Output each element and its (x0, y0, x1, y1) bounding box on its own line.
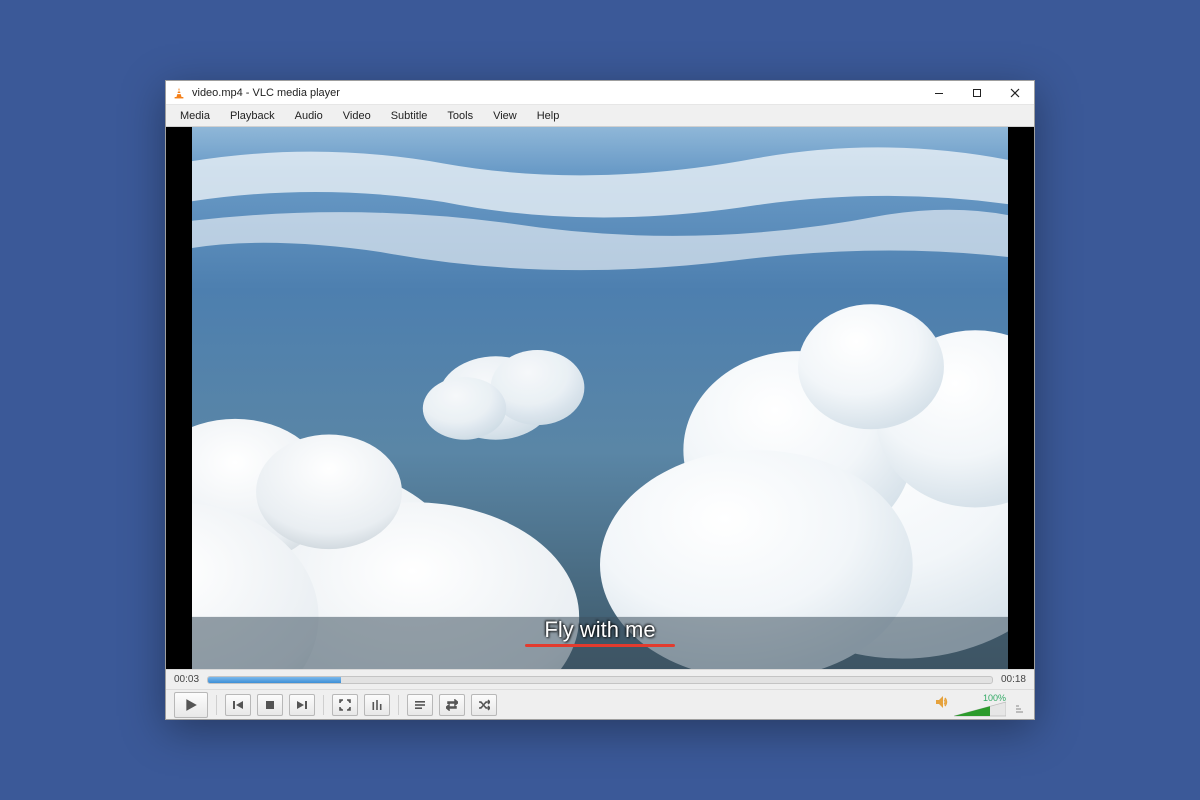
fullscreen-icon (339, 699, 351, 711)
subtitle-underline (525, 644, 675, 647)
window-title: video.mp4 - VLC media player (192, 87, 340, 99)
loop-button[interactable] (439, 694, 465, 716)
play-icon (184, 698, 198, 712)
menubar: Media Playback Audio Video Subtitle Tool… (166, 105, 1034, 127)
time-elapsed[interactable]: 00:03 (174, 674, 199, 685)
stop-icon (264, 699, 276, 711)
menu-view[interactable]: View (483, 108, 527, 124)
titlebar[interactable]: video.mp4 - VLC media player (166, 81, 1034, 105)
playlist-icon (414, 699, 426, 711)
seek-slider[interactable] (207, 676, 993, 684)
controls-bar: 100% (166, 689, 1034, 719)
next-button[interactable] (289, 694, 315, 716)
playlist-button[interactable] (407, 694, 433, 716)
shuffle-button[interactable] (471, 694, 497, 716)
close-button[interactable] (996, 82, 1034, 104)
fullscreen-button[interactable] (332, 694, 358, 716)
seek-bar-row: 00:03 00:18 (166, 669, 1034, 689)
volume-slider[interactable] (954, 701, 1006, 717)
stop-button[interactable] (257, 694, 283, 716)
menu-help[interactable]: Help (527, 108, 570, 124)
previous-button[interactable] (225, 694, 251, 716)
vlc-cone-icon (172, 86, 186, 100)
play-button[interactable] (174, 692, 208, 718)
volume-control[interactable]: 100% (934, 693, 1006, 717)
minimize-button[interactable] (920, 82, 958, 104)
menu-subtitle[interactable]: Subtitle (381, 108, 438, 124)
vlc-window: video.mp4 - VLC media player Media Playb… (165, 80, 1035, 720)
menu-playback[interactable]: Playback (220, 108, 285, 124)
menu-audio[interactable]: Audio (285, 108, 333, 124)
speaker-icon (934, 694, 950, 715)
extended-settings-button[interactable] (364, 694, 390, 716)
resize-grip-icon (1016, 697, 1026, 713)
maximize-button[interactable] (958, 82, 996, 104)
separator (216, 695, 217, 715)
menu-video[interactable]: Video (333, 108, 381, 124)
loop-icon (446, 699, 458, 711)
seek-progress (208, 677, 341, 683)
time-total[interactable]: 00:18 (1001, 674, 1026, 685)
separator (323, 695, 324, 715)
menu-media[interactable]: Media (170, 108, 220, 124)
subtitle-text: Fly with me (544, 617, 655, 643)
video-content: Fly with me (192, 127, 1008, 669)
shuffle-icon (478, 699, 490, 711)
menu-tools[interactable]: Tools (437, 108, 483, 124)
next-icon (296, 699, 308, 711)
video-area[interactable]: Fly with me (166, 127, 1034, 669)
separator (398, 695, 399, 715)
previous-icon (232, 699, 244, 711)
equalizer-icon (371, 699, 383, 711)
